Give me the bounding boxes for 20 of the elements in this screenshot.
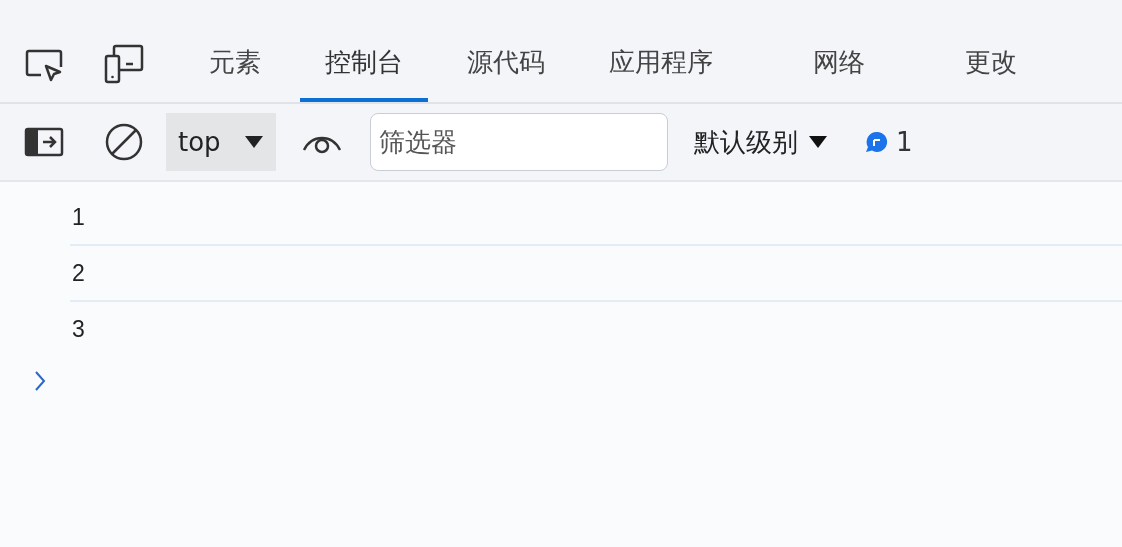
panel-tab[interactable]: 网络 <box>788 32 890 102</box>
sidebar-toggle-icon[interactable] <box>24 127 64 157</box>
console-message: 1 <box>72 203 85 231</box>
level-dropdown[interactable]: 默认级别 <box>694 124 828 160</box>
console-message: 3 <box>72 315 85 343</box>
caret-icon <box>244 135 264 149</box>
message-bubble-icon <box>864 130 890 154</box>
console-message: 2 <box>72 259 85 287</box>
inspect-icon[interactable] <box>24 48 64 84</box>
caret-icon <box>808 135 828 149</box>
device-toolbar-icon[interactable] <box>104 44 144 84</box>
issues-button[interactable]: 1 <box>864 127 913 157</box>
panel-tab[interactable]: 应用程序 <box>584 32 738 102</box>
panel-tab[interactable]: 源代码 <box>442 32 570 102</box>
context-select[interactable]: top <box>166 113 276 171</box>
filter-field[interactable]: 筛选器 <box>370 113 668 171</box>
panel-tab[interactable]: 更改 <box>940 32 1042 102</box>
panel-tab[interactable]: 元素 <box>184 32 286 102</box>
clear-icon[interactable] <box>104 122 144 162</box>
prompt-chevron-icon <box>34 370 46 392</box>
